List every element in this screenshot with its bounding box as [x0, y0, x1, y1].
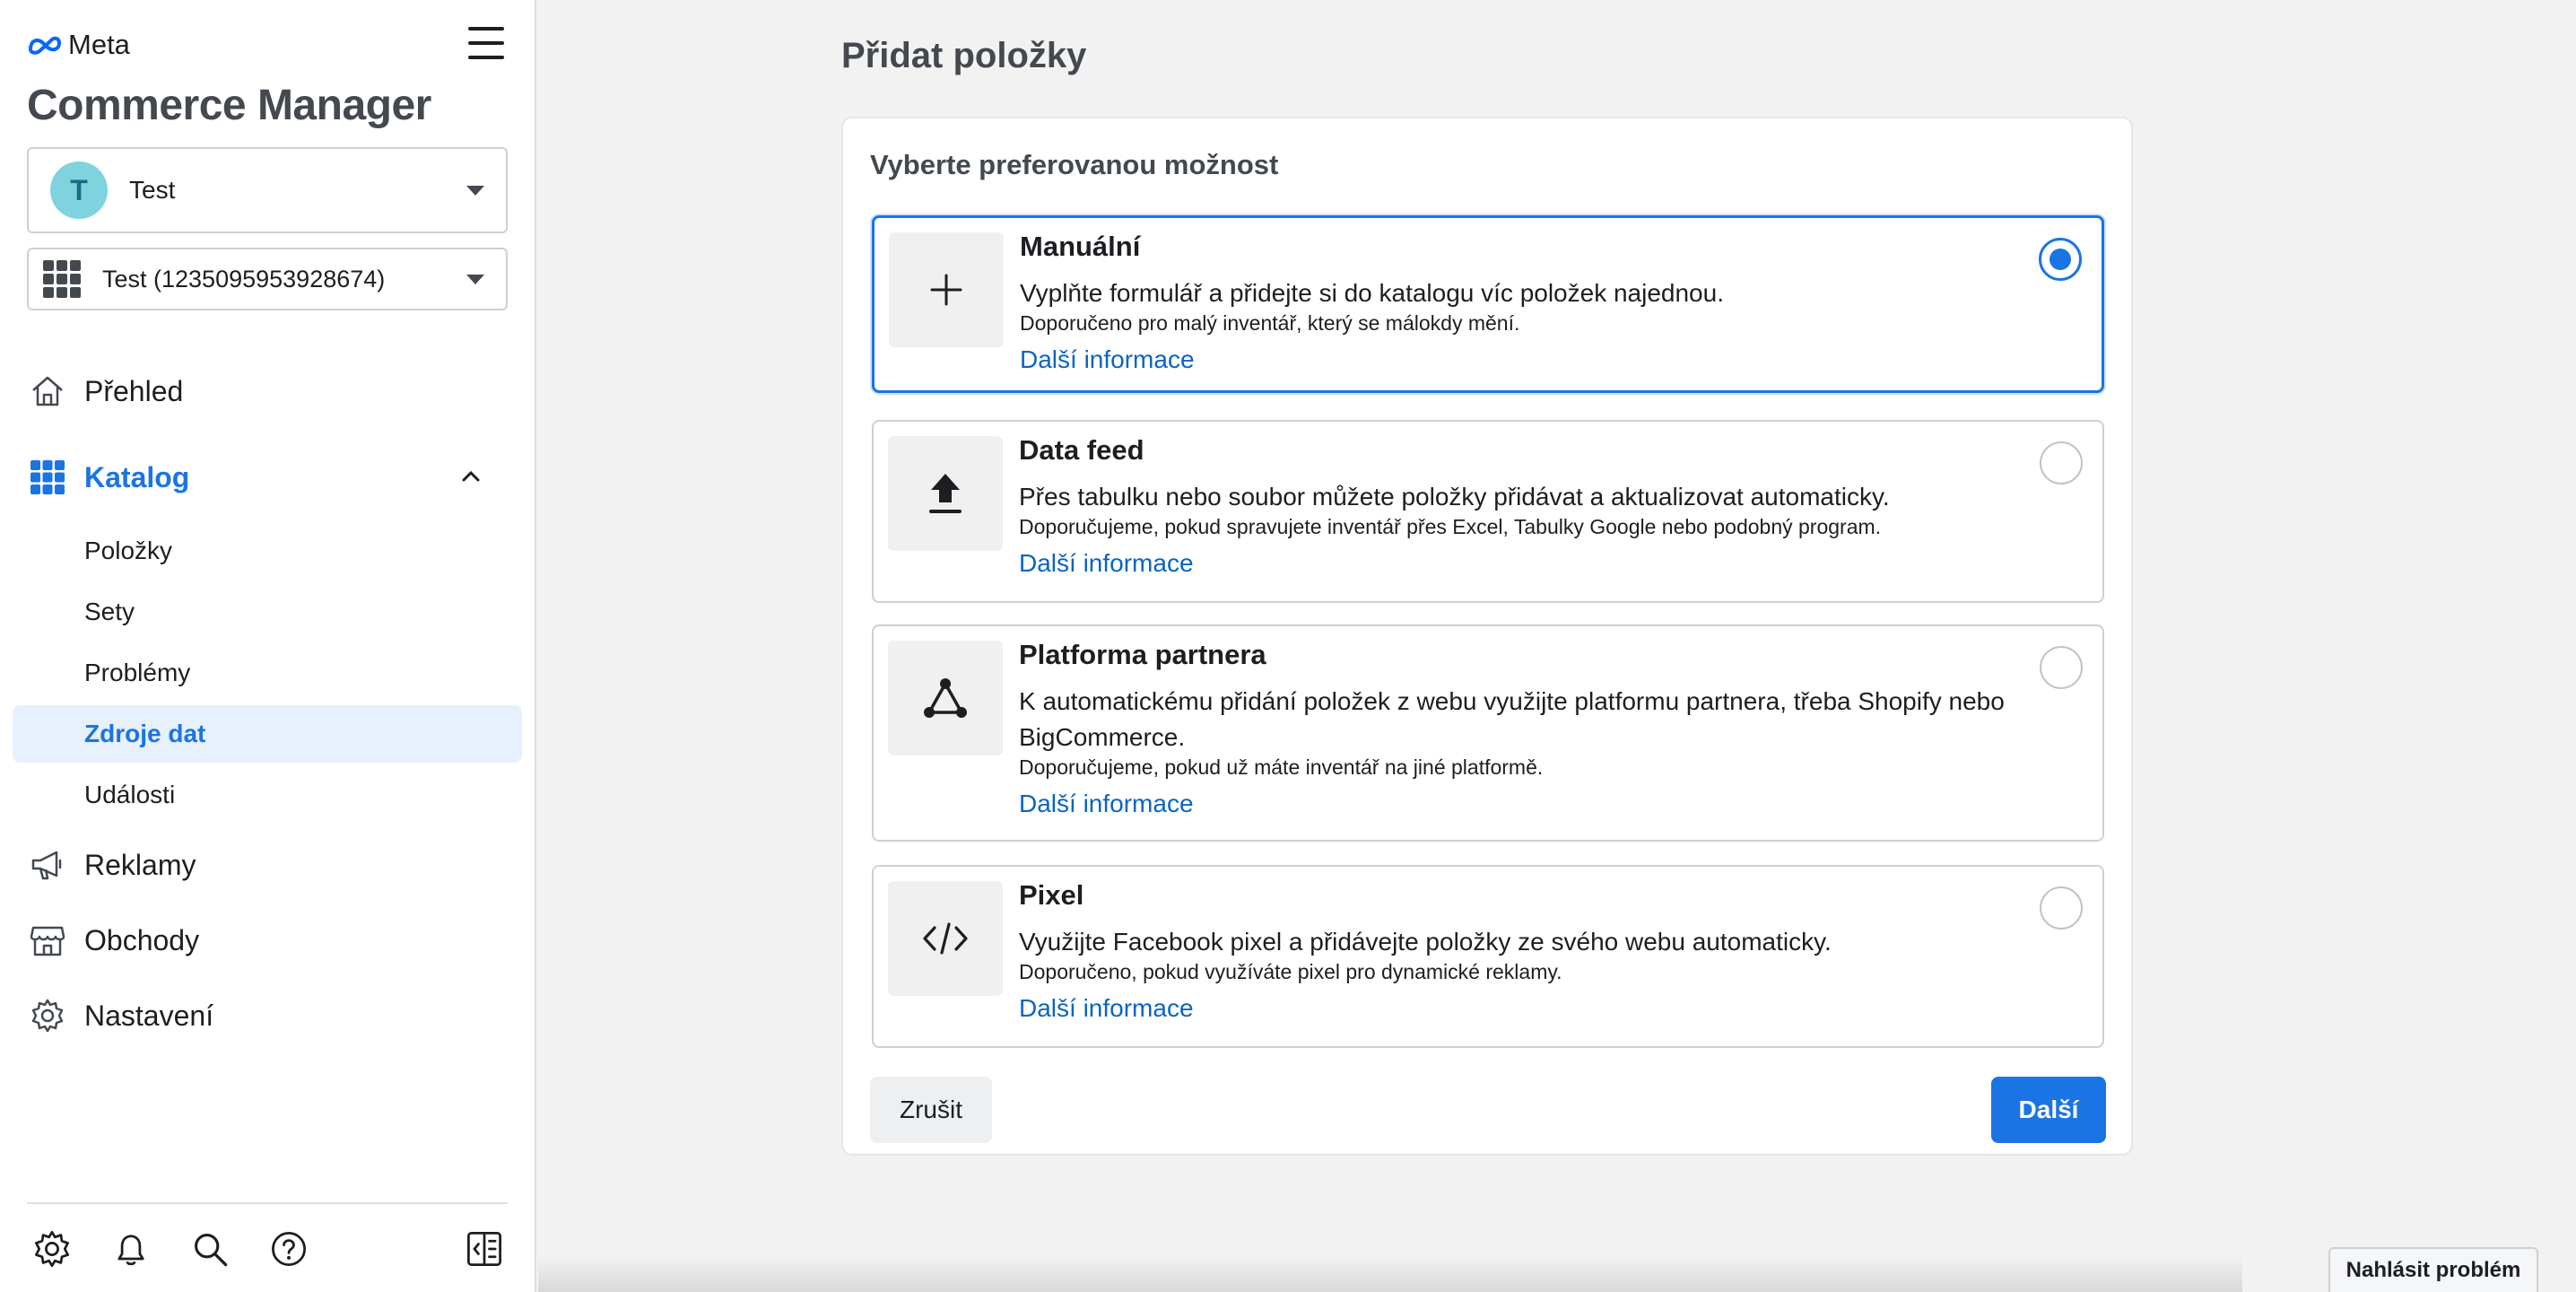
collapse-sidebar-icon[interactable] — [465, 1229, 504, 1269]
bell-icon[interactable] — [111, 1229, 151, 1269]
report-problem-button[interactable]: Nahlásit problém — [2328, 1247, 2538, 1292]
divider — [27, 1202, 508, 1204]
sidebar-item-label: Nastavení — [84, 999, 214, 1032]
radio-partner-platform[interactable] — [2040, 646, 2083, 689]
radio-data-feed[interactable] — [2040, 441, 2083, 484]
meta-logo[interactable]: Meta — [27, 27, 130, 63]
account-name: Test — [129, 176, 176, 204]
sidebar-item-ads[interactable]: Reklamy — [0, 827, 536, 903]
learn-more-link[interactable]: Další informace — [1019, 790, 1194, 818]
sidebar-item-label: Reklamy — [84, 848, 196, 881]
megaphone-icon — [29, 846, 66, 884]
option-recommendation: Doporučeno pro malý inventář, který se m… — [1020, 311, 1520, 335]
option-title: Manuální — [1020, 231, 1141, 262]
menu-icon[interactable] — [468, 27, 504, 59]
learn-more-link[interactable]: Další informace — [1019, 549, 1194, 578]
catalog-grid-icon — [29, 458, 66, 496]
sidebar-item-settings[interactable]: Nastavení — [0, 978, 536, 1053]
help-icon[interactable] — [269, 1229, 309, 1269]
add-items-card: Vyberte preferovanou možnost Manuální Vy… — [841, 117, 2133, 1156]
learn-more-link[interactable]: Další informace — [1019, 994, 1194, 1023]
option-description: Přes tabulku nebo soubor můžete položky … — [1019, 483, 1890, 511]
option-description: K automatickému přidání položek z webu v… — [1019, 687, 2005, 751]
page-title: Přidat položky — [841, 36, 1087, 75]
sidebar-footer-icons — [27, 1229, 508, 1272]
card-heading: Vyberte preferovanou možnost — [870, 149, 1279, 180]
option-description: Vyplňte formulář a přidejte si do katalo… — [1020, 279, 1724, 307]
sidebar-item-label: Katalog — [84, 460, 190, 493]
sidebar-subitem-data-sources[interactable]: Zdroje dat — [13, 705, 522, 763]
bottom-shadow — [538, 1256, 2242, 1292]
sidebar-subitem-sets[interactable]: Sety — [13, 583, 522, 641]
option-recommendation: Doporučeno, pokud využíváte pixel pro dy… — [1019, 960, 1562, 983]
option-data-feed[interactable]: Data feed Přes tabulku nebo soubor můžet… — [872, 420, 2104, 603]
option-pixel[interactable]: Pixel Využijte Facebook pixel a přidávej… — [872, 865, 2104, 1048]
cancel-button[interactable]: Zrušit — [870, 1077, 992, 1143]
meta-infinity-icon — [28, 36, 62, 55]
plus-icon — [889, 232, 1004, 347]
account-select[interactable]: T Test — [27, 147, 508, 233]
next-button[interactable]: Další — [1991, 1077, 2106, 1143]
sidebar: Meta Commerce Manager T Test Test (12350… — [0, 0, 536, 1292]
sidebar-item-overview[interactable]: Přehled — [0, 354, 536, 429]
option-recommendation: Doporučujeme, pokud už máte inventář na … — [1019, 755, 1544, 779]
option-description: Využijte Facebook pixel a přidávejte pol… — [1019, 928, 1832, 956]
option-recommendation: Doporučujeme, pokud spravujete inventář … — [1019, 515, 1882, 538]
sidebar-subitem-items[interactable]: Položky — [13, 522, 522, 580]
upload-icon — [888, 436, 1003, 551]
home-icon — [29, 372, 66, 410]
storefront-icon — [29, 921, 66, 959]
caret-down-icon — [466, 274, 484, 284]
catalog-name: Test (1235095953928674) — [102, 265, 386, 292]
option-title: Pixel — [1019, 879, 1084, 911]
learn-more-link[interactable]: Další informace — [1020, 345, 1195, 374]
app-title: Commerce Manager — [27, 82, 431, 129]
code-icon — [888, 881, 1003, 996]
caret-down-icon — [466, 185, 484, 196]
sidebar-item-shops[interactable]: Obchody — [0, 903, 536, 978]
gear-icon — [29, 997, 66, 1034]
option-title: Platforma partnera — [1019, 639, 1266, 670]
catalog-grid-icon — [43, 260, 81, 298]
radio-manual[interactable] — [2039, 238, 2082, 281]
catalog-select[interactable]: Test (1235095953928674) — [27, 248, 508, 310]
sidebar-item-label: Obchody — [84, 923, 200, 956]
gear-icon[interactable] — [32, 1229, 72, 1269]
chevron-up-icon[interactable] — [461, 467, 481, 486]
sidebar-item-catalog[interactable]: Katalog — [0, 440, 536, 515]
option-partner-platform[interactable]: Platforma partnera K automatickému přidá… — [872, 624, 2104, 842]
sidebar-subitem-events[interactable]: Události — [13, 766, 522, 824]
sidebar-subitem-issues[interactable]: Problémy — [13, 644, 522, 702]
option-manual[interactable]: Manuální Vyplňte formulář a přidejte si … — [872, 215, 2104, 393]
search-icon[interactable] — [190, 1229, 230, 1269]
sidebar-item-label: Přehled — [84, 374, 184, 407]
option-title: Data feed — [1019, 434, 1144, 466]
meta-logo-text: Meta — [68, 29, 130, 60]
network-icon — [888, 641, 1003, 755]
avatar: T — [50, 162, 108, 219]
radio-pixel[interactable] — [2040, 886, 2083, 930]
